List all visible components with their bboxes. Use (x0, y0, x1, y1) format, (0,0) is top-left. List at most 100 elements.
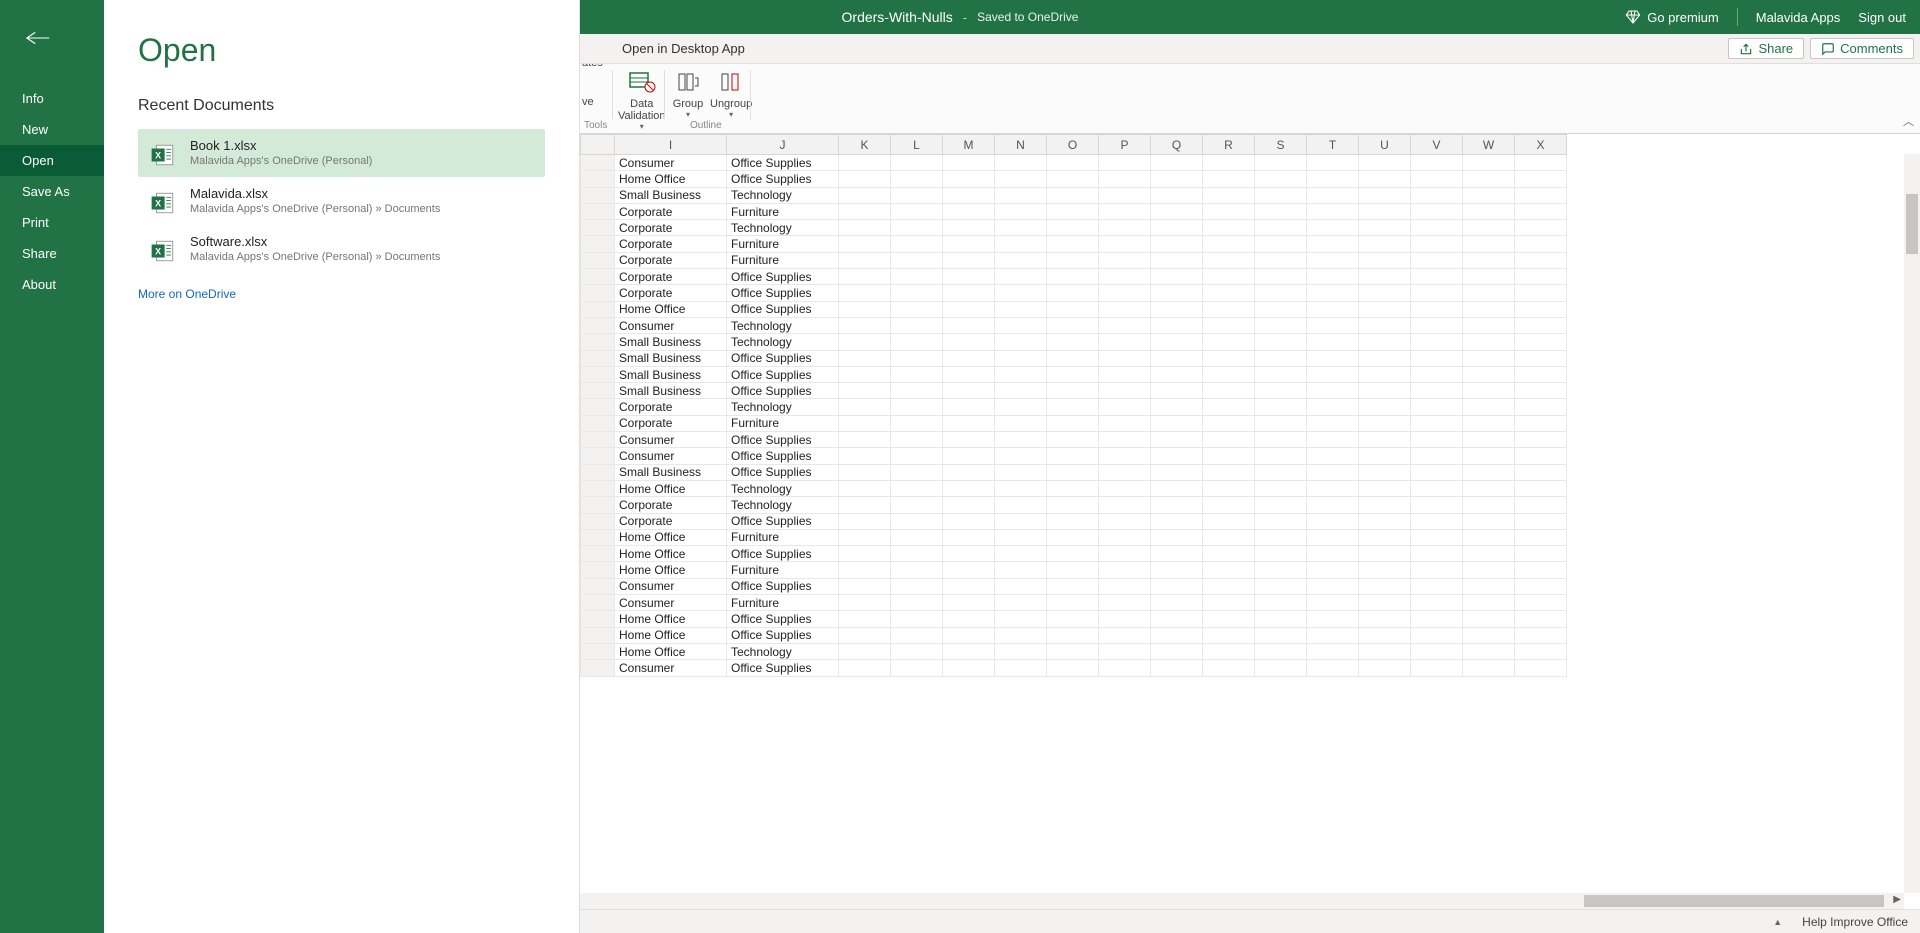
cell[interactable] (1463, 464, 1515, 480)
cell[interactable] (943, 269, 995, 285)
cell[interactable] (1151, 236, 1203, 252)
cell[interactable] (891, 595, 943, 611)
cell[interactable] (943, 415, 995, 431)
cell[interactable]: Furniture (727, 236, 839, 252)
cell[interactable] (1359, 285, 1411, 301)
cell[interactable] (1515, 383, 1567, 399)
cell[interactable] (943, 643, 995, 659)
cell[interactable] (1099, 203, 1151, 219)
cell[interactable] (943, 155, 995, 171)
cell[interactable] (1203, 334, 1255, 350)
cell[interactable]: Technology (727, 399, 839, 415)
cell[interactable]: Corporate (615, 513, 727, 529)
cell[interactable] (943, 464, 995, 480)
row-header[interactable] (581, 464, 615, 480)
cell[interactable] (1411, 432, 1463, 448)
cell[interactable] (1203, 513, 1255, 529)
back-button[interactable] (0, 28, 104, 83)
cell[interactable]: Corporate (615, 252, 727, 268)
cell[interactable] (1359, 236, 1411, 252)
cell[interactable]: Consumer (615, 595, 727, 611)
cell[interactable] (1307, 513, 1359, 529)
cell[interactable] (1099, 236, 1151, 252)
cell[interactable] (1099, 334, 1151, 350)
cell[interactable] (1411, 285, 1463, 301)
cell[interactable] (995, 399, 1047, 415)
cell[interactable] (1099, 350, 1151, 366)
cell[interactable] (1411, 220, 1463, 236)
comments-button[interactable]: Comments (1810, 38, 1914, 59)
cell[interactable] (1359, 203, 1411, 219)
cell[interactable] (1151, 627, 1203, 643)
row-header[interactable] (581, 611, 615, 627)
column-header[interactable]: K (839, 135, 891, 155)
cell[interactable] (995, 480, 1047, 496)
row-header[interactable] (581, 562, 615, 578)
cell[interactable] (1151, 269, 1203, 285)
cell[interactable] (1307, 611, 1359, 627)
cell[interactable]: Technology (727, 187, 839, 203)
cell[interactable] (1099, 285, 1151, 301)
cell[interactable] (1047, 660, 1099, 676)
select-all-corner[interactable] (581, 135, 615, 155)
cell[interactable] (1515, 595, 1567, 611)
cell[interactable] (1203, 627, 1255, 643)
cell[interactable]: Office Supplies (727, 285, 839, 301)
cell[interactable] (1099, 383, 1151, 399)
cell[interactable] (995, 171, 1047, 187)
cell[interactable] (1463, 269, 1515, 285)
nav-new[interactable]: New (0, 114, 104, 145)
cell[interactable] (995, 546, 1047, 562)
row-header[interactable] (581, 171, 615, 187)
cell[interactable]: Furniture (727, 415, 839, 431)
column-header[interactable]: M (943, 135, 995, 155)
cell[interactable] (1255, 383, 1307, 399)
cell[interactable] (1411, 399, 1463, 415)
cell[interactable] (995, 334, 1047, 350)
cell[interactable] (1255, 448, 1307, 464)
row-header[interactable] (581, 252, 615, 268)
cell[interactable] (1411, 383, 1463, 399)
cell[interactable] (839, 660, 891, 676)
cell[interactable] (1151, 562, 1203, 578)
cell[interactable] (1047, 415, 1099, 431)
cell[interactable] (1047, 383, 1099, 399)
cell[interactable] (1411, 578, 1463, 594)
row-header[interactable] (581, 546, 615, 562)
nav-share[interactable]: Share (0, 238, 104, 269)
cell[interactable] (1307, 448, 1359, 464)
account-name[interactable]: Malavida Apps (1756, 10, 1841, 25)
cell[interactable] (1359, 562, 1411, 578)
cell[interactable] (1411, 252, 1463, 268)
cell[interactable] (891, 546, 943, 562)
cell[interactable] (1463, 399, 1515, 415)
cell[interactable] (1411, 236, 1463, 252)
cell[interactable] (1099, 317, 1151, 333)
cell[interactable] (839, 432, 891, 448)
cell[interactable] (1255, 497, 1307, 513)
cell[interactable] (1255, 643, 1307, 659)
recent-document-item[interactable]: XBook 1.xlsxMalavida Apps's OneDrive (Pe… (138, 129, 545, 177)
cell[interactable] (1411, 171, 1463, 187)
cell[interactable]: Small Business (615, 464, 727, 480)
cell[interactable] (1515, 464, 1567, 480)
cell[interactable] (891, 627, 943, 643)
cell[interactable] (1203, 236, 1255, 252)
cell[interactable] (995, 155, 1047, 171)
cell[interactable]: Home Office (615, 480, 727, 496)
cell[interactable]: Technology (727, 497, 839, 513)
document-name[interactable]: Orders-With-Nulls (842, 9, 953, 25)
cell[interactable] (1515, 317, 1567, 333)
cell[interactable] (1255, 366, 1307, 382)
row-header[interactable] (581, 220, 615, 236)
row-header[interactable] (581, 432, 615, 448)
cell[interactable]: Consumer (615, 432, 727, 448)
cell[interactable] (1307, 236, 1359, 252)
cell[interactable]: Home Office (615, 546, 727, 562)
cell[interactable] (1203, 546, 1255, 562)
cell[interactable] (1047, 317, 1099, 333)
cell[interactable]: Technology (727, 643, 839, 659)
cell[interactable] (1359, 252, 1411, 268)
cell[interactable] (1255, 317, 1307, 333)
cell[interactable] (995, 464, 1047, 480)
